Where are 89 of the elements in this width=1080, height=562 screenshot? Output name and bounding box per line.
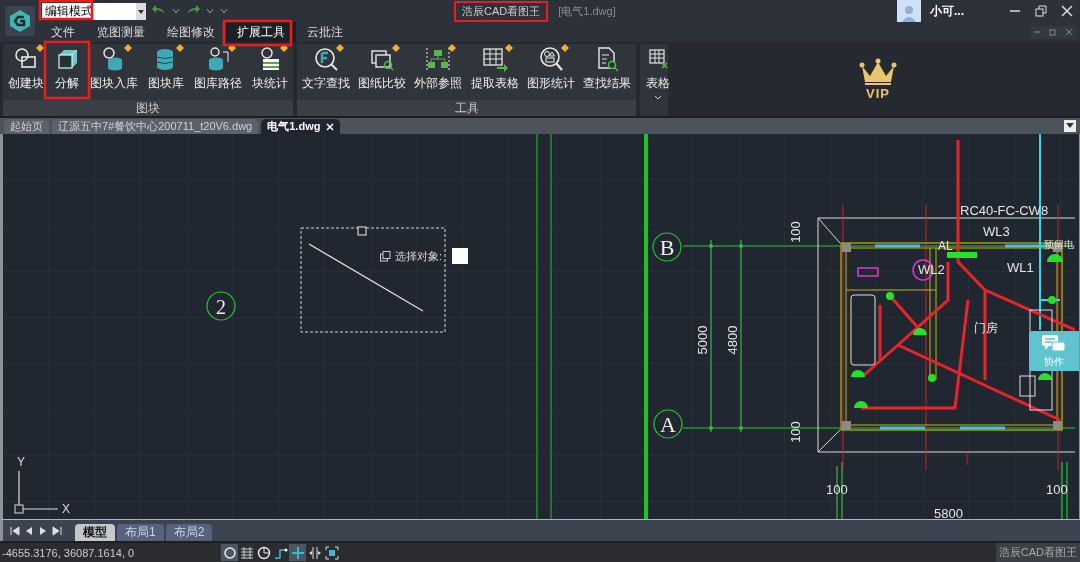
menu-tab[interactable]: 云批注: [296, 22, 354, 42]
axis-bubble: 2: [206, 291, 236, 321]
redo-arrow-icon: [186, 3, 200, 16]
undo-arrow-icon: [152, 3, 166, 16]
app-name: 浩辰CAD看图王: [995, 543, 1080, 562]
dimension-text: 100: [1046, 482, 1068, 497]
ribbon-button[interactable]: 图纸比较: [355, 44, 410, 100]
crown-icon: [858, 58, 898, 86]
last-page-button[interactable]: [51, 524, 63, 537]
status-toggle[interactable]: [255, 544, 272, 561]
document-tab[interactable]: 电气1.dwg: [261, 119, 341, 134]
ribbon-button[interactable]: 查找结果: [579, 44, 634, 100]
highlight-frame: [222, 19, 293, 47]
caret-icon: [1066, 123, 1074, 129]
layout-tab[interactable]: 模型: [75, 524, 115, 541]
app-logo-icon[interactable]: [4, 5, 36, 37]
ribbon-button[interactable]: 图块入库: [87, 44, 141, 100]
dimension-text: 5800: [934, 506, 963, 519]
ribbon-button[interactable]: 文字查找: [299, 44, 353, 100]
axis-label: X: [62, 502, 70, 516]
plan-label: WL1: [1007, 260, 1034, 275]
plan-label: AL: [938, 239, 953, 253]
ribbon-button[interactable]: 创建块: [5, 44, 47, 100]
dimension-text: 5000: [695, 325, 710, 355]
coordinates-text: -4655.3176, 36087.1614, 0: [1, 546, 136, 559]
crosshair-icon: [290, 545, 305, 560]
ribbon-button[interactable]: 外部参照: [411, 44, 466, 100]
copy-icon: [380, 250, 391, 262]
document-tab[interactable]: 起始页: [4, 119, 49, 134]
snap-icon: [307, 545, 322, 560]
axis-label: Y: [17, 455, 25, 469]
ribbon-button[interactable]: 图块库: [145, 44, 187, 100]
dimension-text: 100: [788, 421, 803, 443]
status-toggle[interactable]: [289, 544, 306, 561]
chat-bubbles-icon: [1041, 333, 1067, 354]
menu-tab[interactable]: 览图测量: [86, 22, 156, 42]
gauge-icon: [256, 545, 271, 560]
ribbon-button[interactable]: 提取表格: [467, 44, 522, 100]
tab-list-button[interactable]: [1064, 120, 1076, 132]
user-name[interactable]: 小可...: [930, 2, 964, 20]
dimension-text: 100: [826, 482, 848, 497]
last-page-icon: [51, 524, 63, 537]
shapes-magnifier-icon: [537, 46, 564, 72]
menu-tab[interactable]: 文件: [40, 22, 86, 42]
minimize-icon: [1033, 31, 1041, 33]
document-tab[interactable]: 辽源五中7#餐饮中心200711_t20V6.dwg: [52, 119, 259, 134]
first-page-button[interactable]: [9, 524, 21, 537]
menu-tab[interactable]: 绘图修改: [156, 22, 226, 42]
highlight-frame: [38, 0, 94, 21]
status-toggle[interactable]: [238, 544, 255, 561]
ribbon-button[interactable]: 块统计: [249, 44, 291, 100]
status-toggle[interactable]: [323, 544, 340, 561]
document-title: [电气1.dwg]: [558, 3, 616, 19]
highlight-frame: [43, 40, 91, 100]
app-title: 浩辰CAD看图王: [454, 0, 549, 22]
ribbon-button[interactable]: 表格: [642, 44, 674, 101]
menu-tab[interactable]: 扩展工具: [226, 22, 296, 42]
fullscreen-icon: [324, 545, 339, 560]
dimension-text: 4800: [725, 325, 740, 355]
caret-icon[interactable]: [172, 7, 180, 15]
ribbon-button[interactable]: 图形统计: [523, 44, 578, 100]
grid-icon: [239, 545, 254, 560]
vip-label: VIP: [866, 86, 890, 101]
dimension-text: 100: [788, 221, 803, 243]
minimize-icon: [1009, 10, 1021, 12]
group-label: 图块: [136, 99, 160, 117]
ucs-icon: [14, 470, 59, 514]
prompt-text: 选择对象:: [395, 248, 443, 264]
restore-icon: [1049, 28, 1057, 36]
close-icon[interactable]: [326, 122, 335, 131]
input-field[interactable]: [452, 248, 469, 264]
first-page-icon: [9, 524, 21, 537]
grip-handle[interactable]: [357, 226, 367, 236]
magnifier-letter-icon: [313, 46, 339, 72]
close-icon: [1065, 28, 1073, 36]
ribbon-button[interactable]: 图库路径: [191, 44, 245, 100]
group-label: 工具: [454, 99, 479, 117]
close-icon: [1061, 5, 1073, 17]
ribbon-button[interactable]: 分解: [51, 44, 83, 100]
axis-bubble: B: [652, 232, 682, 262]
plan-label: WL3: [983, 224, 1010, 239]
layout-tab[interactable]: 布局2: [165, 524, 213, 541]
circle-icon: [222, 545, 237, 560]
hierarchy-icon: [425, 46, 452, 72]
restore-icon: [1035, 5, 1047, 17]
axis-bubble: A: [653, 409, 683, 439]
table-arrow-icon: [481, 46, 508, 72]
status-toggle[interactable]: [221, 544, 238, 561]
layout-tab[interactable]: 布局1: [117, 524, 164, 541]
